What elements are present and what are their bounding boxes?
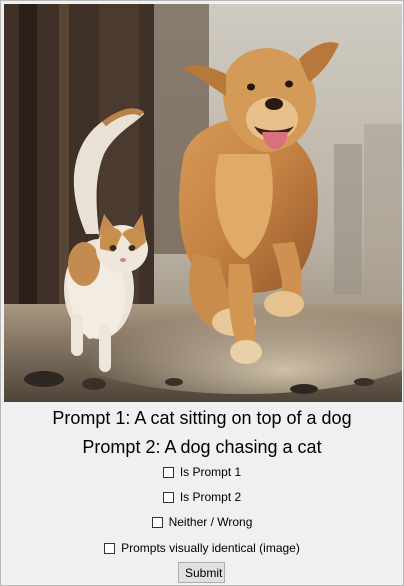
is-prompt-1-option[interactable]: Is Prompt 1 xyxy=(1,465,403,479)
is-prompt-2-label: Is Prompt 2 xyxy=(179,490,242,504)
dog-chasing-cat-photo-icon xyxy=(4,4,402,402)
is-prompt-2-checkbox[interactable] xyxy=(162,491,174,503)
prompts-identical-option[interactable]: Prompts visually identical (image) xyxy=(1,541,403,555)
generated-image xyxy=(4,4,402,402)
prompts-identical-checkbox[interactable] xyxy=(104,542,116,554)
is-prompt-1-label: Is Prompt 1 xyxy=(179,465,242,479)
prompts-identical-label: Prompts visually identical (image) xyxy=(121,541,300,555)
neither-wrong-label: Neither / Wrong xyxy=(168,515,253,529)
prompt-2-text: Prompt 2: A dog chasing a cat xyxy=(82,437,322,457)
is-prompt-1-checkbox[interactable] xyxy=(162,466,174,478)
prompt-1-text: Prompt 1: A cat sitting on top of a dog xyxy=(52,408,352,428)
submit-button[interactable]: Submit xyxy=(178,562,225,583)
neither-wrong-checkbox[interactable] xyxy=(151,516,163,528)
is-prompt-2-option[interactable]: Is Prompt 2 xyxy=(1,490,403,504)
neither-wrong-option[interactable]: Neither / Wrong xyxy=(1,515,403,529)
app-window: Prompt 1: A cat sitting on top of a dog … xyxy=(0,0,404,586)
